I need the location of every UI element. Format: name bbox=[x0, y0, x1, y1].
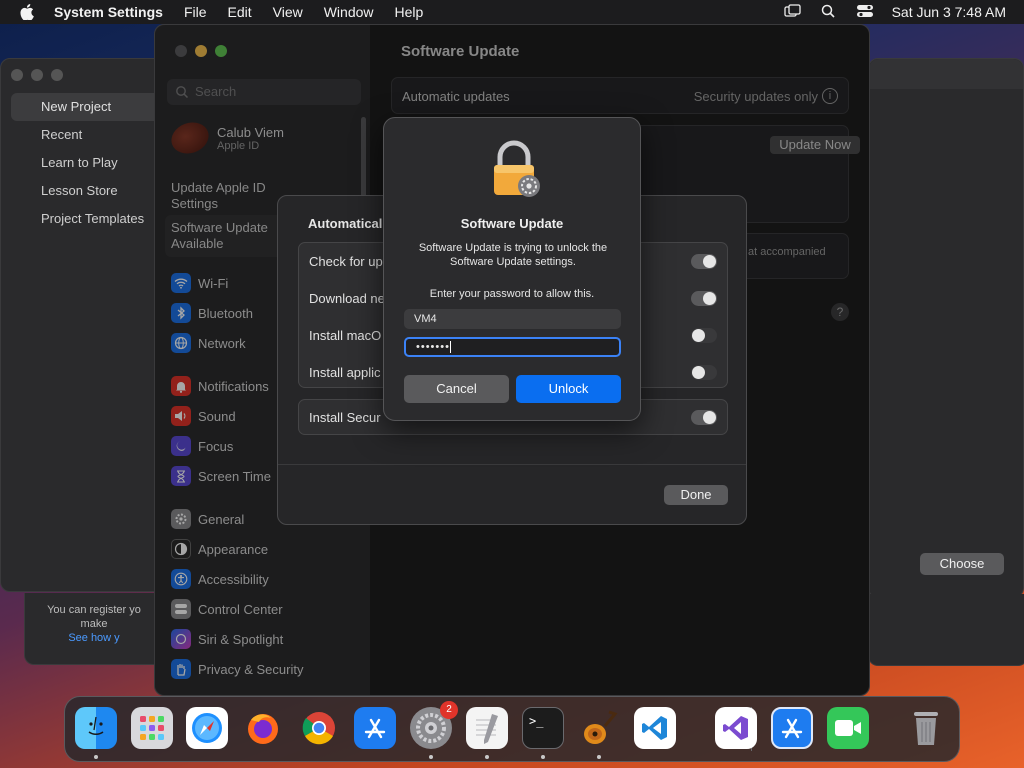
background-app-window: New Project Recent Learn to Play Lesson … bbox=[0, 58, 168, 592]
finder-icon[interactable] bbox=[75, 707, 117, 749]
lock-icon bbox=[488, 140, 542, 200]
password-mask: ••••••• bbox=[416, 341, 450, 353]
close-button[interactable] bbox=[11, 69, 23, 81]
cancel-button[interactable]: Cancel bbox=[404, 375, 509, 403]
terminal-icon[interactable]: >_ bbox=[522, 707, 564, 749]
window-controls bbox=[11, 69, 63, 81]
download-updates-toggle[interactable] bbox=[691, 291, 717, 306]
dialog-prompt: Enter your password to allow this. bbox=[429, 288, 595, 300]
register-text-1: You can register yo bbox=[47, 604, 141, 616]
system-settings-icon[interactable]: 2 bbox=[410, 701, 458, 749]
option-label: Check for up bbox=[309, 254, 383, 269]
apple-menu-icon[interactable] bbox=[18, 3, 36, 21]
minimize-button[interactable] bbox=[31, 69, 43, 81]
clock[interactable]: Sat Jun 3 7:48 AM bbox=[892, 4, 1006, 20]
window-titlebar bbox=[869, 59, 1023, 89]
zoom-button[interactable] bbox=[51, 69, 63, 81]
control-center-icon[interactable] bbox=[856, 4, 874, 21]
dialog-title: Software Update bbox=[460, 216, 564, 231]
running-indicator bbox=[597, 755, 601, 759]
edit-menu[interactable]: Edit bbox=[228, 4, 252, 20]
running-indicator bbox=[541, 755, 545, 759]
trash-icon[interactable] bbox=[905, 707, 947, 749]
xcode-installer-icon[interactable] bbox=[771, 707, 813, 749]
nav-recent[interactable]: Recent bbox=[11, 121, 161, 149]
firefox-icon[interactable] bbox=[242, 707, 284, 749]
app-menu[interactable]: System Settings bbox=[54, 4, 163, 20]
launchpad-icon[interactable] bbox=[131, 707, 173, 749]
unlock-button[interactable]: Unlock bbox=[516, 375, 621, 403]
see-how-link[interactable]: See how y bbox=[25, 631, 163, 645]
vscode-icon[interactable] bbox=[634, 707, 676, 749]
spotlight-search-icon[interactable] bbox=[820, 4, 838, 21]
file-menu[interactable]: File bbox=[184, 4, 207, 20]
running-indicator bbox=[429, 755, 433, 759]
username-field[interactable]: VM4 bbox=[404, 309, 621, 329]
background-right-window-footer bbox=[868, 594, 1024, 666]
menu-extras: Sat Jun 3 7:48 AM bbox=[783, 0, 1006, 24]
running-indicator bbox=[94, 755, 98, 759]
install-security-toggle[interactable] bbox=[691, 410, 717, 425]
safari-icon[interactable] bbox=[186, 707, 228, 749]
garageband-icon[interactable] bbox=[578, 707, 620, 749]
menu-bar: System Settings File Edit View Window He… bbox=[0, 0, 1024, 24]
divider bbox=[278, 464, 746, 465]
password-field[interactable]: ••••••• bbox=[404, 337, 621, 357]
text-cursor bbox=[449, 341, 451, 354]
facetime-icon[interactable] bbox=[827, 707, 869, 749]
register-note: You can register yo make See how y bbox=[24, 593, 164, 665]
help-menu[interactable]: Help bbox=[395, 4, 424, 20]
nav-learn-to-play[interactable]: Learn to Play bbox=[11, 149, 161, 177]
display-mirror-icon[interactable] bbox=[783, 3, 802, 21]
sheet-title: Automatical bbox=[308, 216, 383, 231]
running-indicator bbox=[485, 755, 489, 759]
unlock-dialog: Software Update Software Update is tryin… bbox=[383, 117, 641, 421]
notification-badge: 2 bbox=[440, 701, 458, 719]
textedit-icon[interactable] bbox=[466, 707, 508, 749]
visual-studio-icon[interactable] bbox=[715, 707, 757, 749]
chrome-icon[interactable] bbox=[298, 707, 340, 749]
done-button[interactable]: Done bbox=[664, 485, 728, 505]
nav-project-templates[interactable]: Project Templates bbox=[11, 205, 161, 233]
install-apps-toggle[interactable] bbox=[691, 365, 717, 380]
view-menu[interactable]: View bbox=[273, 4, 303, 20]
background-right-window: Choose bbox=[868, 58, 1024, 598]
option-label: Install macO bbox=[309, 328, 382, 343]
dock: 2 >_ bbox=[64, 696, 960, 762]
option-label: Install applic bbox=[309, 365, 381, 380]
install-macos-toggle[interactable] bbox=[691, 328, 717, 343]
check-updates-toggle[interactable] bbox=[691, 254, 717, 269]
dialog-message: Software Update is trying to unlock the … bbox=[418, 242, 608, 268]
nav-new-project[interactable]: New Project bbox=[11, 93, 161, 121]
window-menu[interactable]: Window bbox=[324, 4, 374, 20]
project-nav: New Project Recent Learn to Play Lesson … bbox=[11, 93, 161, 233]
nav-lesson-store[interactable]: Lesson Store bbox=[11, 177, 161, 205]
option-label: Install Secur bbox=[309, 410, 381, 425]
app-store-icon[interactable] bbox=[354, 707, 396, 749]
register-text-2: make bbox=[80, 618, 108, 630]
option-label: Download ne bbox=[309, 291, 385, 306]
choose-button[interactable]: Choose bbox=[920, 553, 1004, 575]
